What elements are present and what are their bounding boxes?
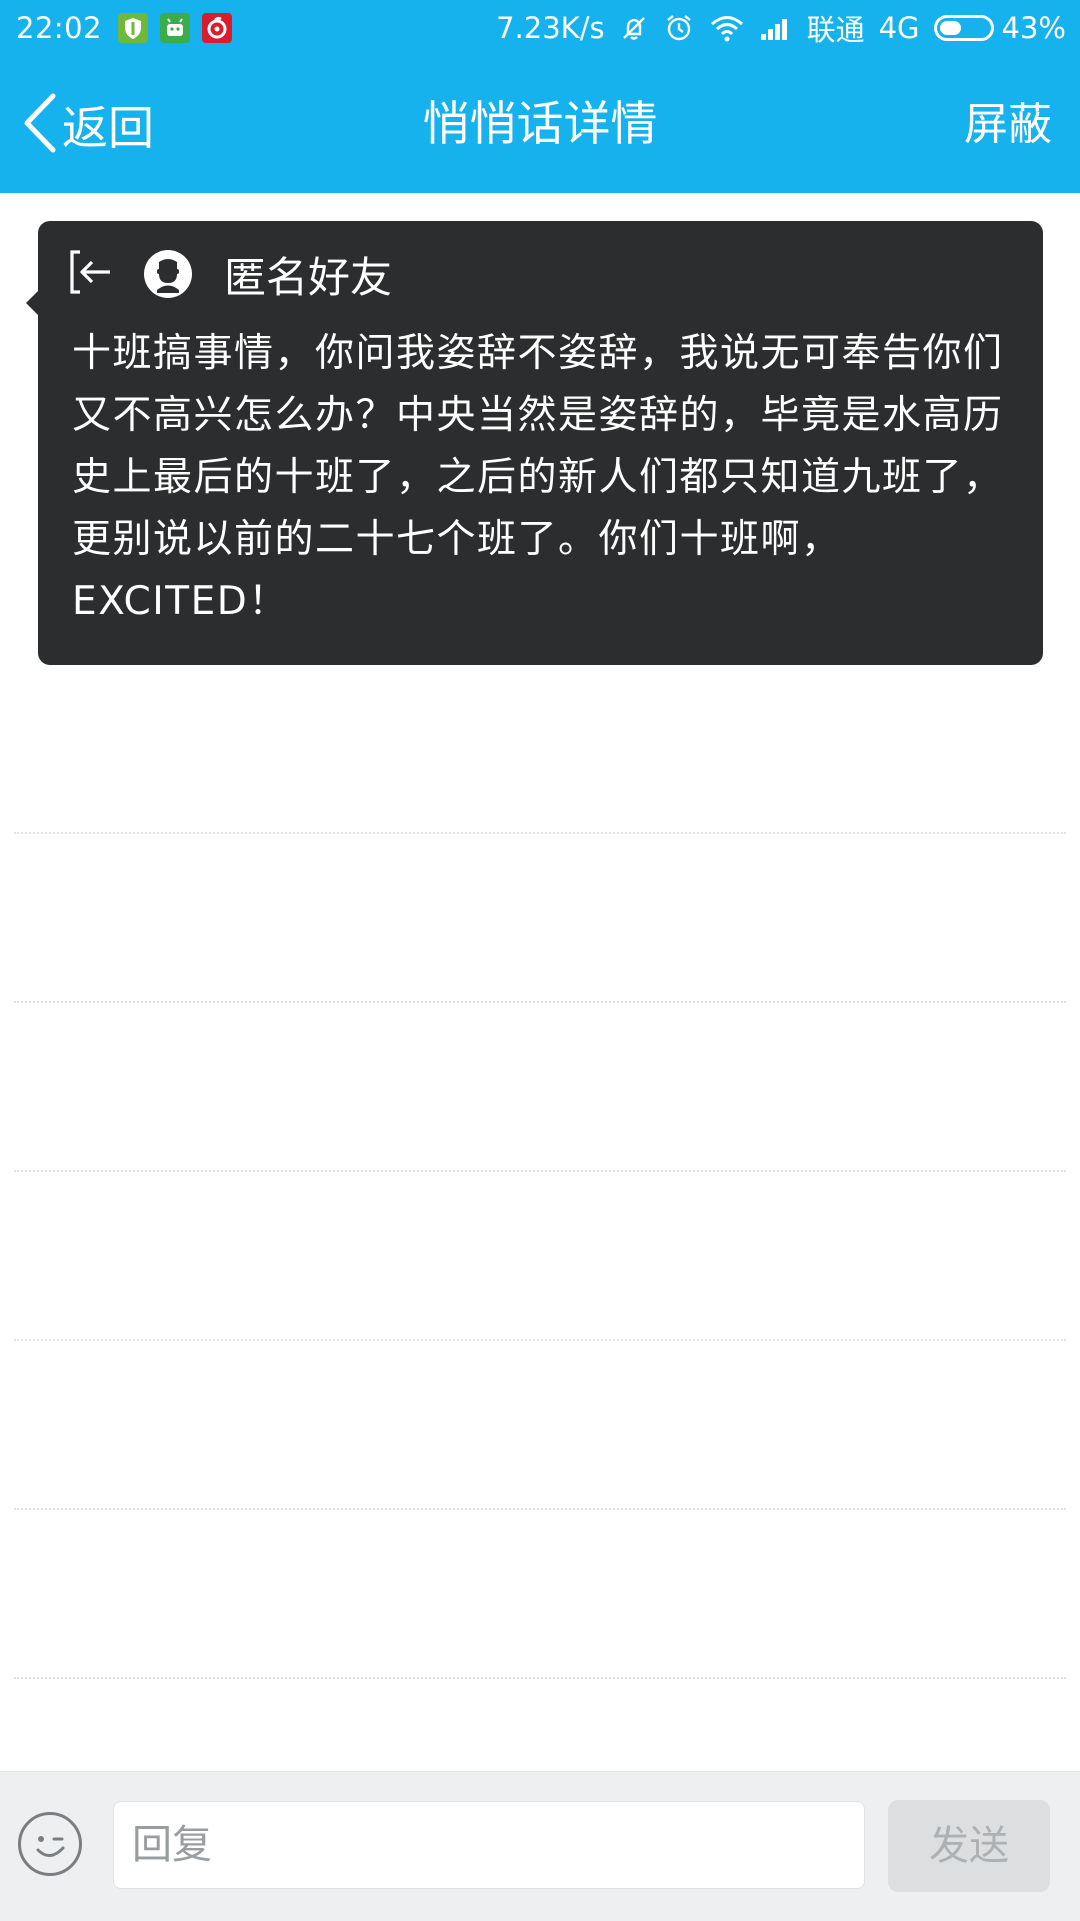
sender-name: 匿名好友	[224, 252, 393, 302]
android-app-icon	[160, 13, 191, 43]
divider-line	[14, 832, 1066, 834]
message-header: 匿名好友	[68, 248, 392, 302]
anonymous-avatar-icon	[144, 250, 192, 298]
page-title: 悄悄话详情	[422, 97, 658, 152]
exit-arrow-icon	[68, 248, 114, 300]
message-bubble: 匿名好友 十班搞事情，你问我姿辞不姿辞，我说无可奉告你们又不高兴怎么办？中央当然…	[26, 221, 1043, 665]
reply-input[interactable]	[113, 1801, 865, 1889]
battery-percent: 43%	[1001, 11, 1066, 45]
title-bar: 返回 悄悄话详情 屏蔽	[0, 56, 1080, 193]
bubble-tail	[26, 291, 38, 315]
divider-line	[14, 1001, 1066, 1003]
divider-line	[14, 1170, 1066, 1172]
divider-line	[14, 1677, 1066, 1679]
status-time: 22:02	[16, 11, 103, 45]
network-type: 4G	[878, 11, 920, 45]
network-speed: 7.23K/s	[496, 11, 605, 45]
status-bar: 22:02 7.23K/s 联通 4G 43%	[0, 0, 1080, 56]
shield-app-icon	[118, 13, 149, 43]
divider-line	[14, 1508, 1066, 1510]
divider-line	[14, 1339, 1066, 1341]
send-button[interactable]: 发送	[888, 1800, 1050, 1892]
message-text: 十班搞事情，你问我姿辞不姿辞，我说无可奉告你们又不高兴怎么办？中央当然是姿辞的，…	[72, 331, 1004, 624]
message-detail-area: 匿名好友 十班搞事情，你问我姿辞不姿辞，我说无可奉告你们又不高兴怎么办？中央当然…	[0, 193, 1080, 1771]
block-button[interactable]: 屏蔽	[964, 92, 1052, 158]
battery-icon	[933, 15, 994, 41]
mute-bell-icon	[619, 13, 649, 43]
status-bar-right: 7.23K/s 联通 4G 43%	[482, 0, 1066, 56]
reply-bar: 发送	[0, 1771, 1080, 1921]
signal-strength-icon	[759, 14, 793, 42]
status-bar-left: 22:02	[16, 0, 244, 56]
emoji-button[interactable]	[18, 1812, 82, 1876]
battery-level	[939, 21, 961, 35]
wifi-icon	[709, 13, 745, 43]
netease-music-icon	[202, 13, 233, 43]
alarm-clock-icon	[663, 12, 695, 44]
carrier-name: 联通	[806, 13, 865, 47]
